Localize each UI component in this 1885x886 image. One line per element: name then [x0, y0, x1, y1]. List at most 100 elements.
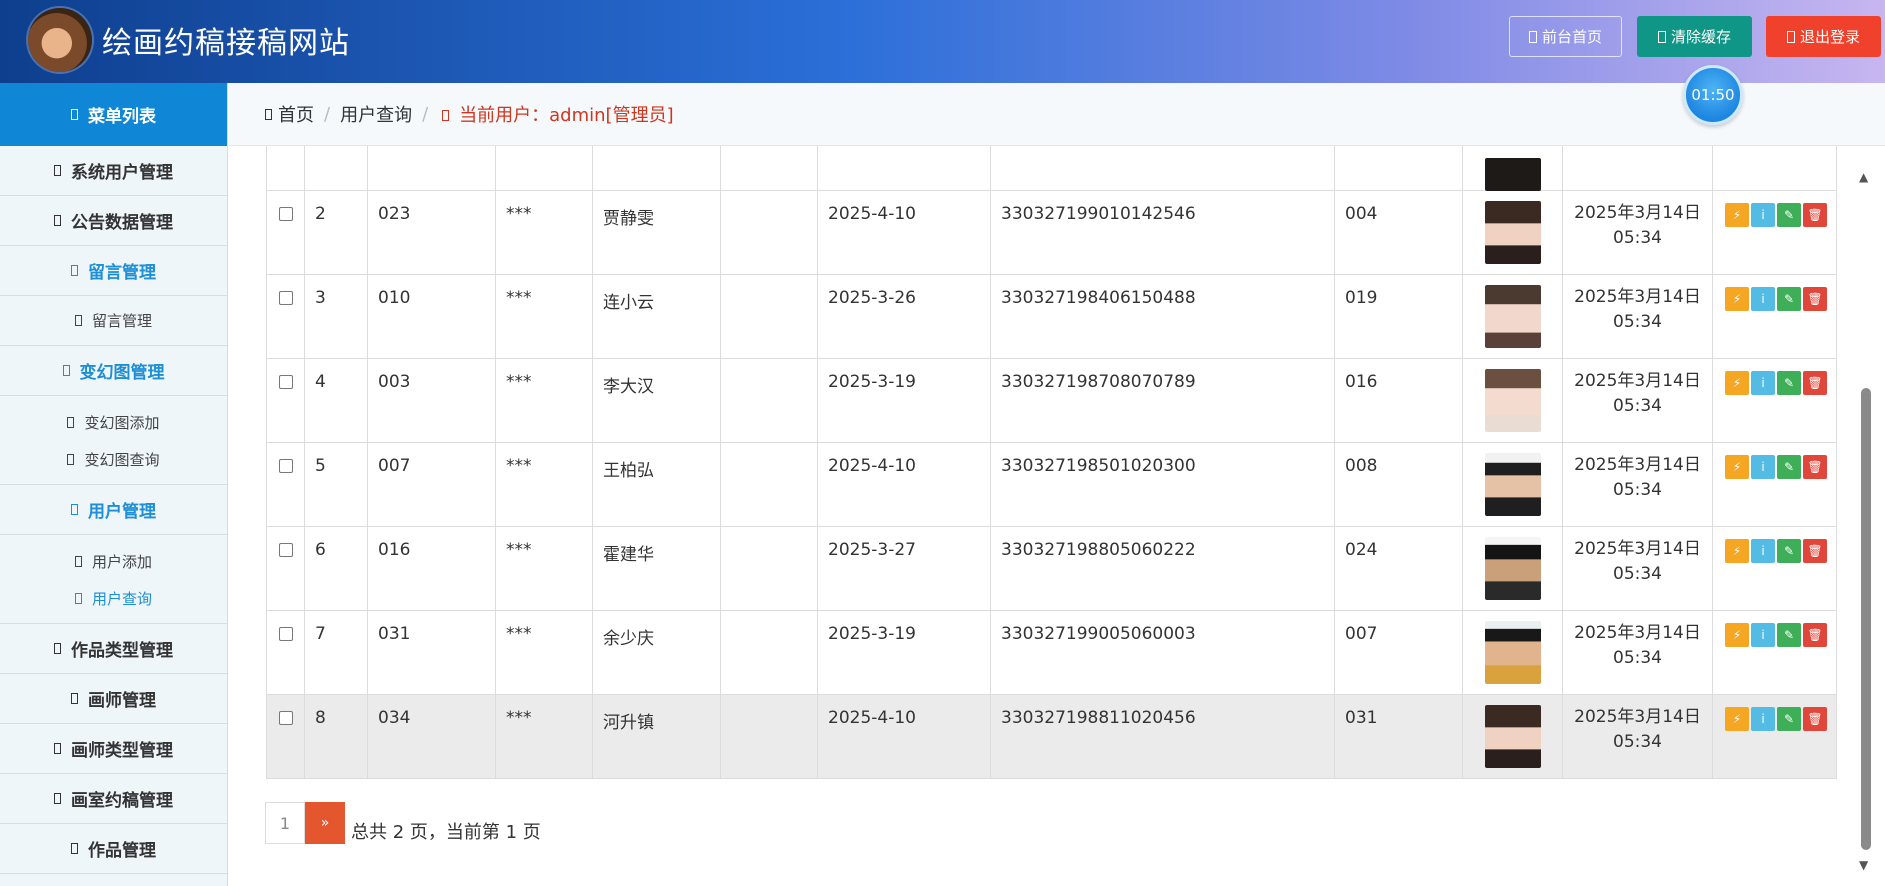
clear-cache-button[interactable]: 清除缓存 — [1637, 16, 1752, 57]
breadcrumb-page[interactable]: 用户查询 — [340, 101, 412, 127]
avatar — [1485, 158, 1541, 191]
cell-date: 2025-3-26 — [828, 288, 916, 308]
info-icon[interactable]: i — [1751, 539, 1775, 563]
trash-icon[interactable]: 🗑 — [1803, 287, 1827, 311]
row-checkbox[interactable] — [279, 375, 293, 389]
cell-id-card: 330327198805060222 — [1001, 540, 1196, 560]
cell-account: 016 — [378, 540, 411, 560]
trash-icon[interactable]: 🗑 — [1803, 707, 1827, 731]
sidebar-item-users[interactable]: 用户管理 — [0, 485, 227, 535]
square-icon — [71, 504, 78, 515]
row-actions: ⚡ i ✎ 🗑 — [1725, 707, 1829, 731]
pencil-icon[interactable]: ✎ — [1777, 371, 1801, 395]
table-row: 8 034 *** 河升镇 2025-4-10 330327198811020456 031… — [266, 695, 1837, 779]
pencil-icon[interactable]: ✎ — [1777, 203, 1801, 227]
logo-avatar — [28, 8, 92, 72]
table-row: 4 003 *** 李大汉 2025-3-19 330327198708070789 016… — [266, 359, 1837, 443]
cell-name: 王柏弘 — [603, 461, 654, 481]
sidebar-sub-carousel-query[interactable]: 变幻图查询 — [0, 441, 227, 478]
sidebar-sub-messages[interactable]: 留言管理 — [0, 296, 227, 346]
table-cell: 河升镇 — [592, 695, 720, 778]
table-cell: ⚡ i ✎ 🗑 — [1712, 191, 1837, 274]
row-checkbox[interactable] — [279, 291, 293, 305]
bolt-icon[interactable]: ⚡ — [1725, 707, 1749, 731]
sidebar-sub-label: 变幻图查询 — [84, 451, 160, 469]
sidebar-item-label: 画师类型管理 — [71, 741, 173, 761]
pencil-icon[interactable]: ✎ — [1777, 623, 1801, 647]
row-checkbox[interactable] — [279, 711, 293, 725]
sidebar-sub-user-add[interactable]: 用户添加 — [0, 543, 227, 580]
table-cell: 贾静雯 — [592, 191, 720, 274]
table-cell: *** — [495, 275, 592, 358]
pencil-icon[interactable]: ✎ — [1777, 455, 1801, 479]
sidebar-item-carousel[interactable]: 变幻图管理 — [0, 346, 227, 396]
cell-password: *** — [506, 204, 532, 224]
breadcrumb-home[interactable]: 首页 — [278, 101, 314, 127]
trash-icon[interactable]: 🗑 — [1803, 203, 1827, 227]
info-icon[interactable]: i — [1751, 455, 1775, 479]
table-cell — [1462, 695, 1562, 778]
cell-time-date: 2025年3月14日 — [1574, 539, 1701, 559]
bolt-icon[interactable]: ⚡ — [1725, 203, 1749, 227]
trash-icon[interactable]: 🗑 — [1803, 371, 1827, 395]
info-icon[interactable]: i — [1751, 623, 1775, 647]
cell-time-date: 2025年3月14日 — [1574, 623, 1701, 643]
bolt-icon[interactable]: ⚡ — [1725, 455, 1749, 479]
cell-time-clock: 05:34 — [1613, 312, 1662, 332]
square-icon — [1528, 30, 1537, 43]
sidebar-item-painter-types[interactable]: 画师类型管理 — [0, 724, 227, 774]
sidebar-item-works[interactable]: 作品管理 — [0, 824, 227, 874]
sidebar-item-system-users[interactable]: 系统用户管理 — [0, 146, 227, 196]
table-cell — [720, 191, 817, 274]
info-icon[interactable]: i — [1751, 203, 1775, 227]
cell-idx: 6 — [315, 540, 326, 560]
table-cell: 330327198406150488 — [990, 275, 1334, 358]
cell-time-clock: 05:34 — [1613, 228, 1662, 248]
scroll-up-arrow[interactable]: ▲ — [1859, 170, 1868, 184]
table-cell: 031 — [367, 611, 495, 694]
sidebar-item-painters[interactable]: 画师管理 — [0, 674, 227, 724]
info-icon[interactable]: i — [1751, 707, 1775, 731]
next-page-button[interactable]: » — [305, 802, 345, 844]
pencil-icon[interactable]: ✎ — [1777, 287, 1801, 311]
info-icon[interactable]: i — [1751, 287, 1775, 311]
table-cell: 2025-3-26 — [817, 275, 990, 358]
row-checkbox[interactable] — [279, 207, 293, 221]
bolt-icon[interactable]: ⚡ — [1725, 539, 1749, 563]
breadcrumb-separator: / — [422, 103, 429, 125]
sidebar-item-label: 变幻图管理 — [79, 363, 165, 383]
row-checkbox[interactable] — [279, 459, 293, 473]
sidebar-item-messages[interactable]: 留言管理 — [0, 246, 227, 296]
table-cell: 2025年3月14日 05:34 — [1562, 275, 1712, 358]
cell-account: 007 — [378, 456, 411, 476]
row-checkbox[interactable] — [279, 627, 293, 641]
sidebar-item-announcements[interactable]: 公告数据管理 — [0, 196, 227, 246]
sidebar-sub-carousel-add[interactable]: 变幻图添加 — [0, 404, 227, 441]
pencil-icon[interactable]: ✎ — [1777, 707, 1801, 731]
bolt-icon[interactable]: ⚡ — [1725, 371, 1749, 395]
cell-date: 2025-4-10 — [828, 204, 916, 224]
logout-button[interactable]: 退出登录 — [1766, 16, 1881, 57]
pencil-icon[interactable]: ✎ — [1777, 539, 1801, 563]
trash-icon[interactable]: 🗑 — [1803, 623, 1827, 647]
scrollbar-thumb[interactable] — [1861, 388, 1871, 850]
page-1-button[interactable]: 1 — [265, 802, 305, 844]
trash-icon[interactable]: 🗑 — [1803, 455, 1827, 479]
info-icon[interactable]: i — [1751, 371, 1775, 395]
sidebar-item-studio-orders[interactable]: 画室约稿管理 — [0, 774, 227, 824]
table-cell — [266, 359, 304, 442]
sidebar-item-work-types[interactable]: 作品类型管理 — [0, 624, 227, 674]
trash-icon[interactable]: 🗑 — [1803, 539, 1827, 563]
table-cell: 2025年3月14日 05:34 — [1562, 611, 1712, 694]
table-cell — [1462, 275, 1562, 358]
table-cell: 6 — [304, 527, 367, 610]
home-button[interactable]: 前台首页 — [1509, 16, 1622, 57]
cell-time-date: 2025年3月14日 — [1574, 287, 1701, 307]
scroll-down-arrow[interactable]: ▼ — [1859, 858, 1868, 872]
sidebar-sub-user-query[interactable]: 用户查询 — [0, 580, 227, 617]
bolt-icon[interactable]: ⚡ — [1725, 623, 1749, 647]
row-checkbox[interactable] — [279, 543, 293, 557]
cell-password: *** — [506, 288, 532, 308]
row-actions: ⚡ i ✎ 🗑 — [1725, 203, 1829, 227]
bolt-icon[interactable]: ⚡ — [1725, 287, 1749, 311]
